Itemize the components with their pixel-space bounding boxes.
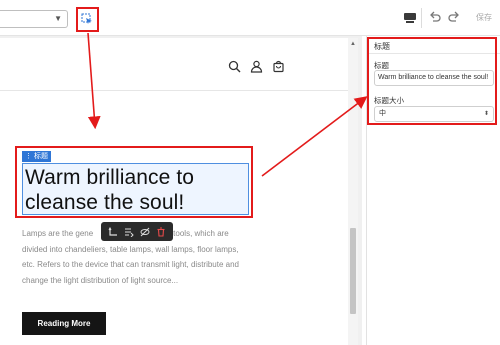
scroll-up-arrow-icon[interactable]: ▲ [350,41,356,47]
heading-size-value: 中 [379,110,386,117]
delete-icon[interactable] [155,226,167,238]
selected-block-tag: ⋮ 标题 [22,151,51,162]
header-divider [0,90,348,91]
heading-size-select[interactable]: 中 ⬍ [374,106,494,122]
editor-window: ▼ 保存 ⋮ 标题 Warm brilliance to cleanse the… [0,0,500,345]
size-field-label: 标题大小 [374,96,404,105]
select-element-button[interactable] [77,9,97,29]
cart-icon[interactable] [272,60,285,73]
reading-more-button[interactable]: Reading More [22,312,106,335]
canvas-scrollbar[interactable]: ▲ [348,38,358,345]
heading-text[interactable]: Warm brilliance to cleanse the soul! [25,165,247,215]
top-toolbar: ▼ 保存 [0,0,500,36]
user-icon[interactable] [250,60,263,73]
scroll-thumb[interactable] [350,228,356,314]
select-element-icon [81,13,92,24]
undo-icon[interactable] [428,10,442,24]
heading-block[interactable]: Warm brilliance to cleanse the soul! [22,163,249,215]
title-input[interactable]: Warm brilliance to cleanse the soul! [374,70,494,86]
settings-panel: 标题 标题 Warm brilliance to cleanse the sou… [366,36,500,345]
device-preview-icon[interactable] [403,11,417,25]
redo-icon[interactable] [447,10,461,24]
search-icon[interactable] [228,60,241,73]
body-text-start: Lamps are the gene [22,229,94,238]
hide-icon[interactable] [139,226,151,238]
chevron-down-icon: ▼ [54,14,62,23]
panel-divider [367,53,500,54]
panel-title: 标题 [374,42,390,51]
layers-icon[interactable] [123,226,135,238]
toolbar-divider [421,8,422,28]
site-header-icons [228,60,285,74]
heading-block-icon: ⋮ [25,153,32,160]
save-button[interactable]: 保存 [476,9,500,27]
select-arrows-icon: ⬍ [483,111,489,117]
page-preview: ⋮ 标题 Warm brilliance to cleanse the soul… [0,38,348,345]
editor-canvas: ⋮ 标题 Warm brilliance to cleanse the soul… [0,36,362,345]
move-icon[interactable] [107,226,119,238]
block-action-toolbar [101,222,173,241]
page-select[interactable]: ▼ [0,10,68,28]
selected-block-tag-label: 标题 [34,153,48,160]
